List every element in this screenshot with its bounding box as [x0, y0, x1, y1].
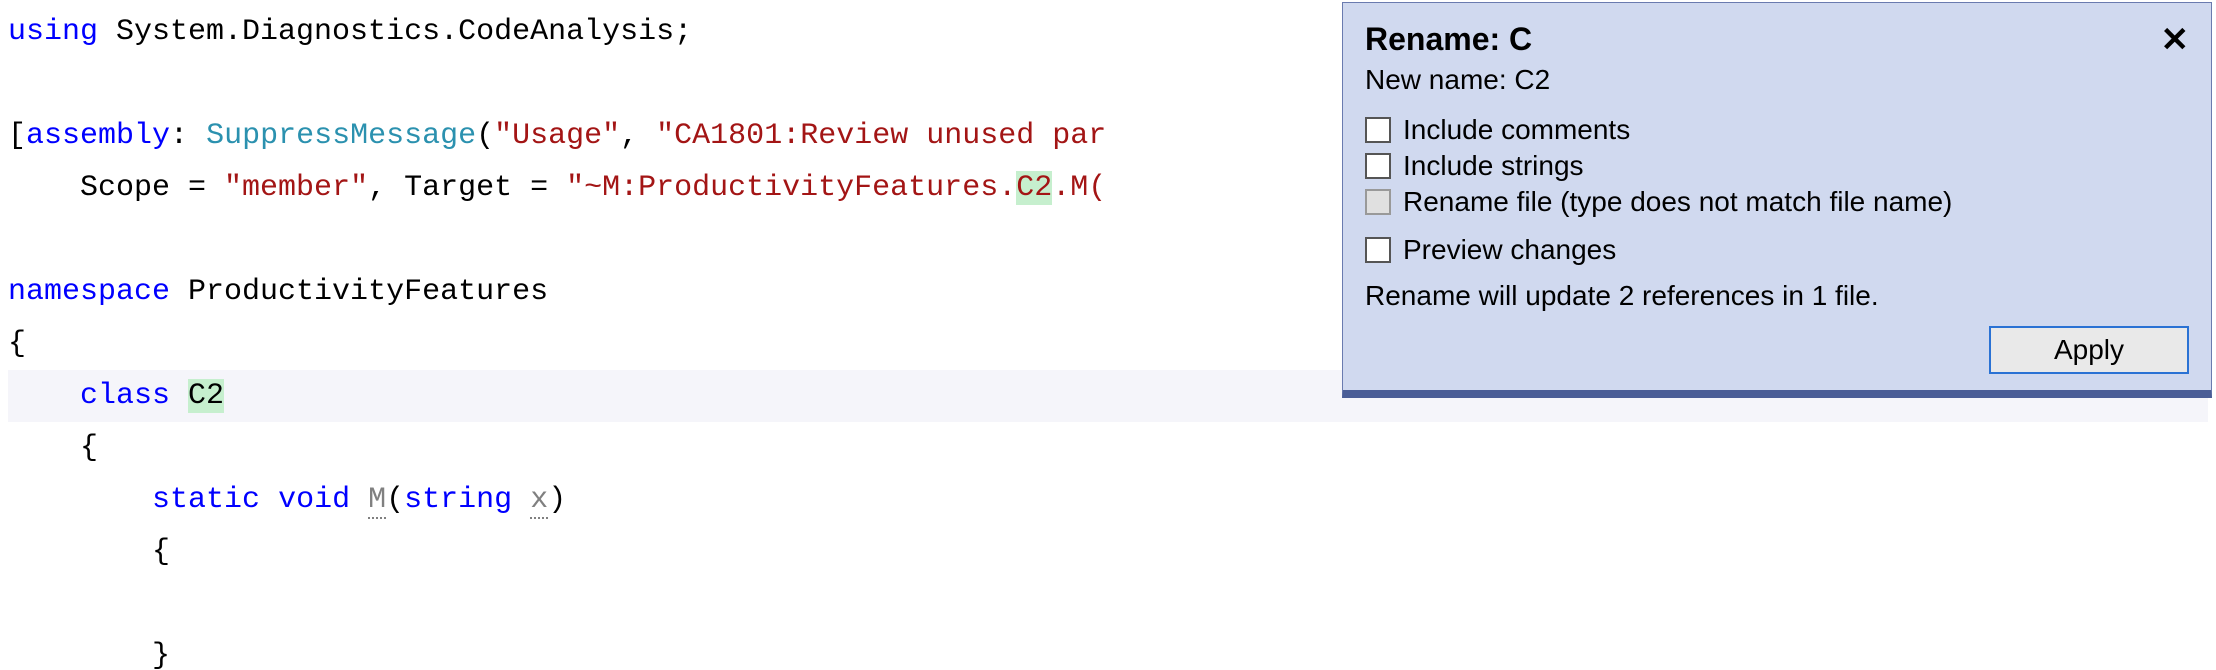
include-comments-label: Include comments	[1403, 114, 1630, 146]
close-icon[interactable]: ✕	[2161, 23, 2190, 57]
code-text: (	[386, 483, 404, 517]
preview-changes-label: Preview changes	[1403, 234, 1616, 266]
keyword-static: static	[152, 483, 260, 517]
code-text	[170, 379, 188, 413]
rename-reference-highlight: C2	[1016, 171, 1052, 205]
code-line: {	[8, 431, 98, 465]
code-text: {	[8, 535, 170, 569]
keyword-void: void	[278, 483, 350, 517]
string-literal: "Usage"	[494, 119, 620, 153]
string-literal: "member"	[224, 171, 368, 205]
code-text	[8, 379, 80, 413]
code-line: Scope = "member", Target = "~M:Productiv…	[8, 171, 1106, 205]
keyword-assembly: assembly	[26, 119, 170, 153]
code-text	[8, 483, 152, 517]
code-text: ProductivityFeatures	[170, 275, 548, 309]
code-text	[260, 483, 278, 517]
code-text: System.Diagnostics.CodeAnalysis;	[98, 15, 692, 49]
preview-changes-checkbox[interactable]	[1365, 237, 1391, 263]
include-strings-label: Include strings	[1403, 150, 1584, 182]
code-text: {	[8, 431, 98, 465]
type-suppressmessage: SuppressMessage	[206, 119, 476, 153]
apply-button[interactable]: Apply	[1989, 326, 2189, 374]
code-text	[350, 483, 368, 517]
code-line: {	[8, 327, 26, 361]
rename-new-name-value: C2	[1514, 64, 1550, 95]
rename-status-text: Rename will update 2 references in 1 fil…	[1365, 280, 2189, 312]
rename-file-checkbox	[1365, 189, 1391, 215]
code-line: using System.Diagnostics.CodeAnalysis;	[8, 15, 692, 49]
code-line: [assembly: SuppressMessage("Usage", "CA1…	[8, 119, 1106, 153]
string-literal: "CA1801:Review unused par	[656, 119, 1106, 153]
code-text: :	[170, 119, 206, 153]
rename-dialog: Rename: C ✕ New name: C2 Include comment…	[1342, 2, 2212, 398]
code-text: [	[8, 119, 26, 153]
rename-new-name-row: New name: C2	[1365, 64, 2189, 96]
code-line: {	[8, 535, 170, 569]
include-comments-option[interactable]: Include comments	[1365, 114, 2189, 146]
keyword-class: class	[80, 379, 170, 413]
code-text: Scope =	[8, 171, 224, 205]
unused-identifier: x	[530, 483, 548, 519]
include-comments-checkbox[interactable]	[1365, 117, 1391, 143]
code-text: (	[476, 119, 494, 153]
unused-identifier: M	[368, 483, 386, 519]
rename-new-name-label: New name:	[1365, 64, 1514, 95]
code-line: }	[8, 639, 170, 670]
include-strings-option[interactable]: Include strings	[1365, 150, 2189, 182]
code-text: ,	[620, 119, 656, 153]
rename-target-highlight[interactable]: C2	[188, 379, 224, 413]
preview-changes-option[interactable]: Preview changes	[1365, 234, 2189, 266]
rename-dialog-title: Rename: C	[1365, 21, 1532, 58]
code-text: , Target =	[368, 171, 566, 205]
rename-file-label: Rename file (type does not match file na…	[1403, 186, 1952, 218]
rename-file-option: Rename file (type does not match file na…	[1365, 186, 2189, 218]
keyword-namespace: namespace	[8, 275, 170, 309]
code-line: namespace ProductivityFeatures	[8, 275, 548, 309]
string-literal: .M(	[1052, 171, 1106, 205]
code-text: )	[548, 483, 566, 517]
keyword-string: string	[404, 483, 512, 517]
keyword-using: using	[8, 15, 98, 49]
code-text: {	[8, 327, 26, 361]
code-text: }	[8, 639, 170, 670]
code-line: static void M(string x)	[8, 483, 566, 519]
include-strings-checkbox[interactable]	[1365, 153, 1391, 179]
string-literal: "~M:ProductivityFeatures.	[566, 171, 1016, 205]
code-text	[512, 483, 530, 517]
